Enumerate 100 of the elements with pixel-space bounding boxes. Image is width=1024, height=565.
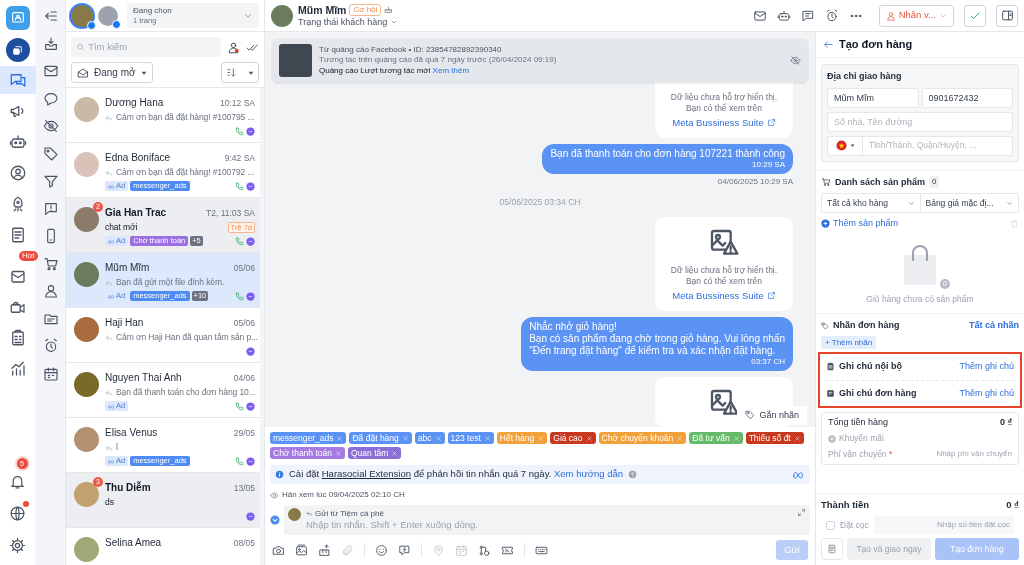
toolbar-button[interactable]	[752, 8, 767, 23]
shipping-fee-field[interactable]: Nhập phí vận chuyển	[912, 448, 1012, 461]
message-time: 9:42 SA	[224, 152, 255, 165]
see-more-link[interactable]: Xem thêm	[432, 66, 470, 75]
toolbar-button[interactable]	[800, 8, 815, 23]
cart-icon	[821, 177, 831, 188]
composer-tool-button[interactable]	[398, 543, 411, 557]
search-field[interactable]: Tìm kiếm	[71, 37, 221, 57]
phone-call-icon	[235, 236, 244, 246]
phone-call-icon	[235, 291, 244, 301]
warehouse-dropdown[interactable]: Tất cả kho hàng	[822, 194, 921, 212]
eye-off-icon[interactable]	[790, 55, 801, 66]
avatar	[74, 427, 99, 452]
user-dot-icon[interactable]	[227, 40, 240, 54]
plus-circle-icon	[828, 434, 836, 443]
clipboard-icon	[826, 362, 835, 372]
back-button[interactable]	[823, 39, 834, 50]
chart-icon	[8, 360, 27, 378]
add-product-button[interactable]: Thêm sản phẩm	[821, 217, 899, 231]
search-input[interactable]: Tìm kiếm	[88, 39, 216, 55]
region-field[interactable]: Tỉnh/Thành, Quận/Huyện, ...	[863, 135, 1013, 156]
message-preview: Cảm ơn bạn đã đặt hàng! #100792 ...	[116, 167, 255, 178]
toolbar-button[interactable]	[776, 8, 791, 23]
funnel-icon	[42, 173, 59, 189]
conversation-tag: Thiếu số đt	[745, 432, 804, 444]
toolbar-button[interactable]	[824, 8, 839, 23]
cake-icon	[384, 5, 394, 14]
user-icon	[885, 10, 896, 21]
reply-icon	[105, 389, 113, 397]
meta-business-link[interactable]: Meta Bussiness Suite	[672, 115, 776, 130]
message-preview: Cảm ơn bạn đã đặt hàng! #100795 ...	[116, 112, 255, 123]
contact-name: Mũm Mĩm	[298, 3, 347, 16]
filter-button[interactable]	[42, 200, 59, 217]
filter-button[interactable]	[42, 338, 59, 354]
conversation-item[interactable]: Selina Amea 08/05	[66, 528, 260, 565]
filter-button[interactable]	[42, 35, 59, 52]
app-logo[interactable]	[5, 6, 30, 30]
add-label-button[interactable]: + Thêm nhãn	[821, 335, 877, 349]
conversation-tag: 123 test	[447, 432, 494, 444]
filter-button[interactable]	[42, 145, 59, 162]
unsupported-notice: Dữ liệu chưa hỗ trợ hiển thị. Bạn có thể xem trên	[670, 264, 778, 287]
empty-cart-text: Giỏ hàng chưa có sản phẩm	[866, 292, 974, 306]
filter-button[interactable]	[42, 118, 59, 134]
composer-tool-button[interactable]	[318, 543, 331, 557]
contact-name: Thu Diễm	[105, 480, 151, 495]
chat-person-icon	[9, 10, 26, 26]
date-divider: 05/06/2025 03:34 CH	[499, 196, 581, 209]
sort-button[interactable]	[221, 62, 259, 83]
composer-tool-button[interactable]	[375, 543, 388, 557]
message-time: 10:29 SA	[752, 160, 785, 170]
name-field[interactable]: Mũm Mĩm	[827, 87, 919, 108]
plus-circle-icon	[821, 219, 830, 229]
country-code-dropdown[interactable]	[827, 135, 863, 156]
conversation-tag: Đã đặt hàng	[349, 432, 412, 444]
alarm-icon	[824, 8, 839, 23]
conversation-item[interactable]: Dương Hana 10:12 SA Cảm ơn bạn đã đặt hàng! #100795 ...	[66, 88, 260, 143]
filter-button[interactable]	[42, 283, 59, 299]
meta-business-link[interactable]: Meta Bussiness Suite	[672, 288, 776, 303]
customer-status-dropdown[interactable]: Trạng thái khách hàng	[298, 15, 399, 28]
alarm-icon	[42, 338, 59, 354]
page-avatar[interactable]	[98, 5, 118, 26]
guide-link[interactable]: Xem hướng dẫn	[553, 468, 624, 480]
add-note-link[interactable]: Thêm ghi chú	[959, 386, 1014, 400]
chevron-down-circle-icon[interactable]	[270, 515, 280, 525]
phone-field[interactable]: 0901672432	[921, 87, 1013, 108]
filter-button[interactable]	[42, 365, 59, 382]
conversation-item[interactable]: Haji Han 05/06 Cảm ơn Haji Han đã quan tâm sản p...	[66, 308, 260, 363]
filter-button[interactable]	[42, 173, 59, 189]
composer-tool-button[interactable]	[272, 543, 285, 557]
pages-button[interactable]	[5, 38, 30, 62]
deposit-checkbox[interactable]	[826, 520, 835, 530]
composer-tool-button[interactable]	[478, 543, 491, 557]
section-title: Địa chỉ giao hàng	[827, 70, 903, 83]
composer-tool-button[interactable]	[295, 543, 308, 557]
filter-button[interactable]	[42, 90, 59, 107]
all-labels-link[interactable]: Tất cả nhãn	[969, 319, 1019, 333]
facebook-icon	[112, 19, 121, 29]
filter-button[interactable]	[42, 63, 59, 79]
filter-button[interactable]	[42, 255, 59, 272]
phone-call-icon	[235, 126, 244, 136]
messenger-icon	[246, 346, 255, 356]
filter-button[interactable]	[42, 8, 59, 24]
message-composer[interactable]: Gửi từ Tiệm cà phê Nhập tin nhắn. Shift + Enter xuống dòng.	[284, 505, 810, 535]
add-note-link[interactable]: Thêm ghi chú	[959, 360, 1014, 374]
street-field[interactable]: Số nhà, Tên đường	[827, 111, 1013, 132]
conversation-tag: Hết hàng	[496, 432, 548, 444]
extension-link[interactable]: Harasocial Extension	[321, 468, 411, 480]
chevron-down-icon	[1006, 199, 1013, 207]
assignee-dropdown[interactable]: Nhân v...	[878, 4, 954, 27]
price-list-dropdown[interactable]: Bảng giá mặc đị...	[920, 194, 1018, 212]
page-avatar[interactable]	[71, 4, 93, 27]
expand-icon[interactable]	[797, 508, 806, 517]
emoji-icon	[375, 543, 388, 557]
message-input[interactable]: Nhập tin nhắn. Shift + Enter xuống dòng.	[306, 519, 792, 530]
contact-name: Selina Amea	[105, 536, 162, 550]
panel-toggle-button[interactable]	[996, 4, 1018, 27]
globe-icon	[9, 504, 26, 522]
status-filter[interactable]: Đang mở	[71, 62, 153, 83]
avatar	[74, 152, 99, 177]
rail-button[interactable]	[0, 65, 36, 94]
